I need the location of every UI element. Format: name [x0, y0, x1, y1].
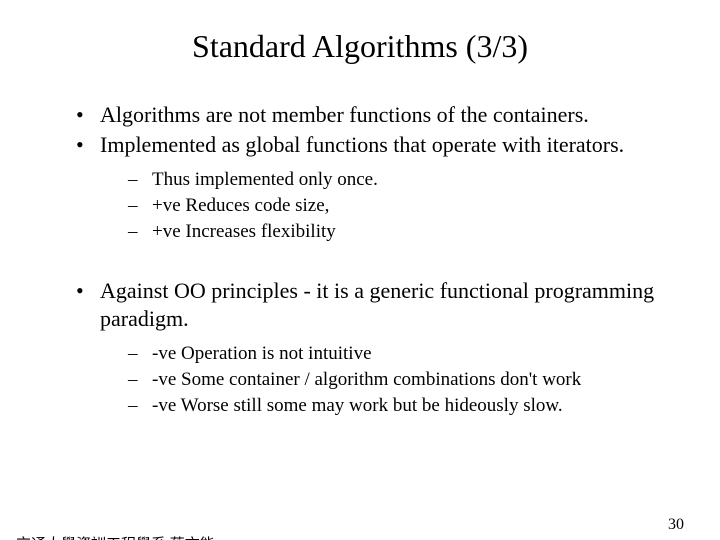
sub-bullet-item: +ve Reduces code size, — [100, 193, 664, 218]
sub-bullet-list: -ve Operation is not intuitive -ve Some … — [100, 341, 664, 418]
bullet-list: Against OO principles - it is a generic … — [72, 277, 664, 419]
footer-text: 交通大學資訓工程學系 蔡文能 — [16, 533, 215, 540]
slide-title: Standard Algorithms (3/3) — [0, 28, 720, 65]
spacer — [72, 247, 664, 277]
bullet-item: Against OO principles - it is a generic … — [72, 277, 664, 419]
sub-bullet-item: -ve Operation is not intuitive — [100, 341, 664, 366]
sub-bullet-item: -ve Some container / algorithm combinati… — [100, 367, 664, 392]
slide-content: Algorithms are not member functions of t… — [0, 101, 720, 418]
page-number: 30 — [668, 516, 684, 534]
sub-bullet-item: +ve Increases flexibility — [100, 219, 664, 244]
bullet-text: Implemented as global functions that ope… — [100, 132, 624, 157]
bullet-item: Algorithms are not member functions of t… — [72, 101, 664, 129]
sub-bullet-item: Thus implemented only once. — [100, 167, 664, 192]
sub-bullet-list: Thus implemented only once. +ve Reduces … — [100, 167, 664, 244]
bullet-list: Algorithms are not member functions of t… — [72, 101, 664, 245]
sub-bullet-item: -ve Worse still some may work but be hid… — [100, 393, 664, 418]
bullet-item: Implemented as global functions that ope… — [72, 131, 664, 244]
slide: Standard Algorithms (3/3) Algorithms are… — [0, 28, 720, 540]
bullet-text: Against OO principles - it is a generic … — [100, 278, 654, 331]
